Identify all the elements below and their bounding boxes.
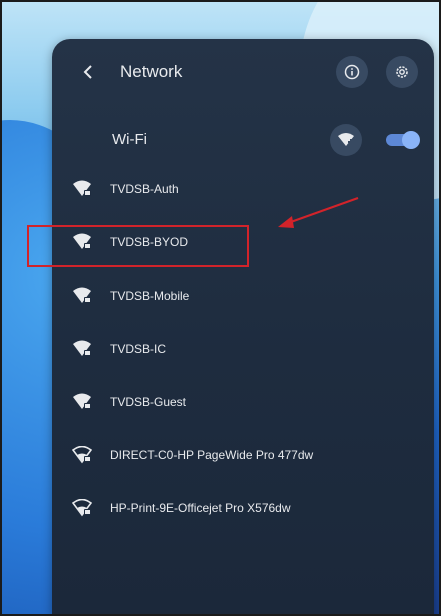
network-name: TVDSB-Mobile (110, 289, 190, 303)
network-name: TVDSB-Auth (110, 182, 179, 196)
annotation-arrow-icon (278, 196, 359, 228)
info-button[interactable] (336, 56, 368, 88)
add-network-button[interactable] (330, 124, 362, 156)
network-header: Network (52, 55, 434, 89)
wifi-secured-icon (72, 340, 92, 358)
chevron-left-icon (83, 65, 92, 79)
wifi-label: Wi-Fi (112, 131, 147, 148)
network-name: TVDSB-Guest (110, 395, 187, 409)
gear-icon (396, 66, 408, 78)
wifi-toggle[interactable] (386, 131, 420, 149)
network-item[interactable]: TVDSB-Auth (52, 169, 434, 209)
info-icon (344, 64, 360, 80)
annotation-highlight-box (27, 225, 249, 267)
network-item[interactable]: TVDSB-IC (52, 329, 434, 369)
wifi-secured-icon (72, 180, 92, 198)
back-button[interactable] (78, 61, 98, 83)
page-title: Network (120, 62, 183, 81)
network-item[interactable]: TVDSB-Mobile (52, 276, 434, 316)
network-quick-settings-panel: Network Wi-Fi TVDSB-Auth TVDSB-BYOD TVDS… (52, 39, 434, 616)
wifi-weak-secured-icon (71, 445, 93, 464)
network-item[interactable]: DIRECT-C0-HP PageWide Pro 477dw (52, 435, 434, 475)
network-name: HP-Print-9E-Officejet Pro X576dw (110, 501, 291, 515)
wifi-row: Wi-Fi (52, 123, 434, 157)
network-item[interactable]: HP-Print-9E-Officejet Pro X576dw (52, 488, 434, 528)
settings-button[interactable] (386, 56, 418, 88)
add-wifi-icon (338, 133, 354, 146)
toggle-knob (402, 131, 420, 149)
network-name: TVDSB-IC (110, 342, 167, 356)
wifi-secured-icon (72, 287, 92, 305)
network-item[interactable]: TVDSB-Guest (52, 382, 434, 422)
wifi-weak-secured-icon (71, 498, 93, 517)
wifi-secured-icon (72, 393, 92, 411)
network-name: DIRECT-C0-HP PageWide Pro 477dw (110, 448, 314, 462)
